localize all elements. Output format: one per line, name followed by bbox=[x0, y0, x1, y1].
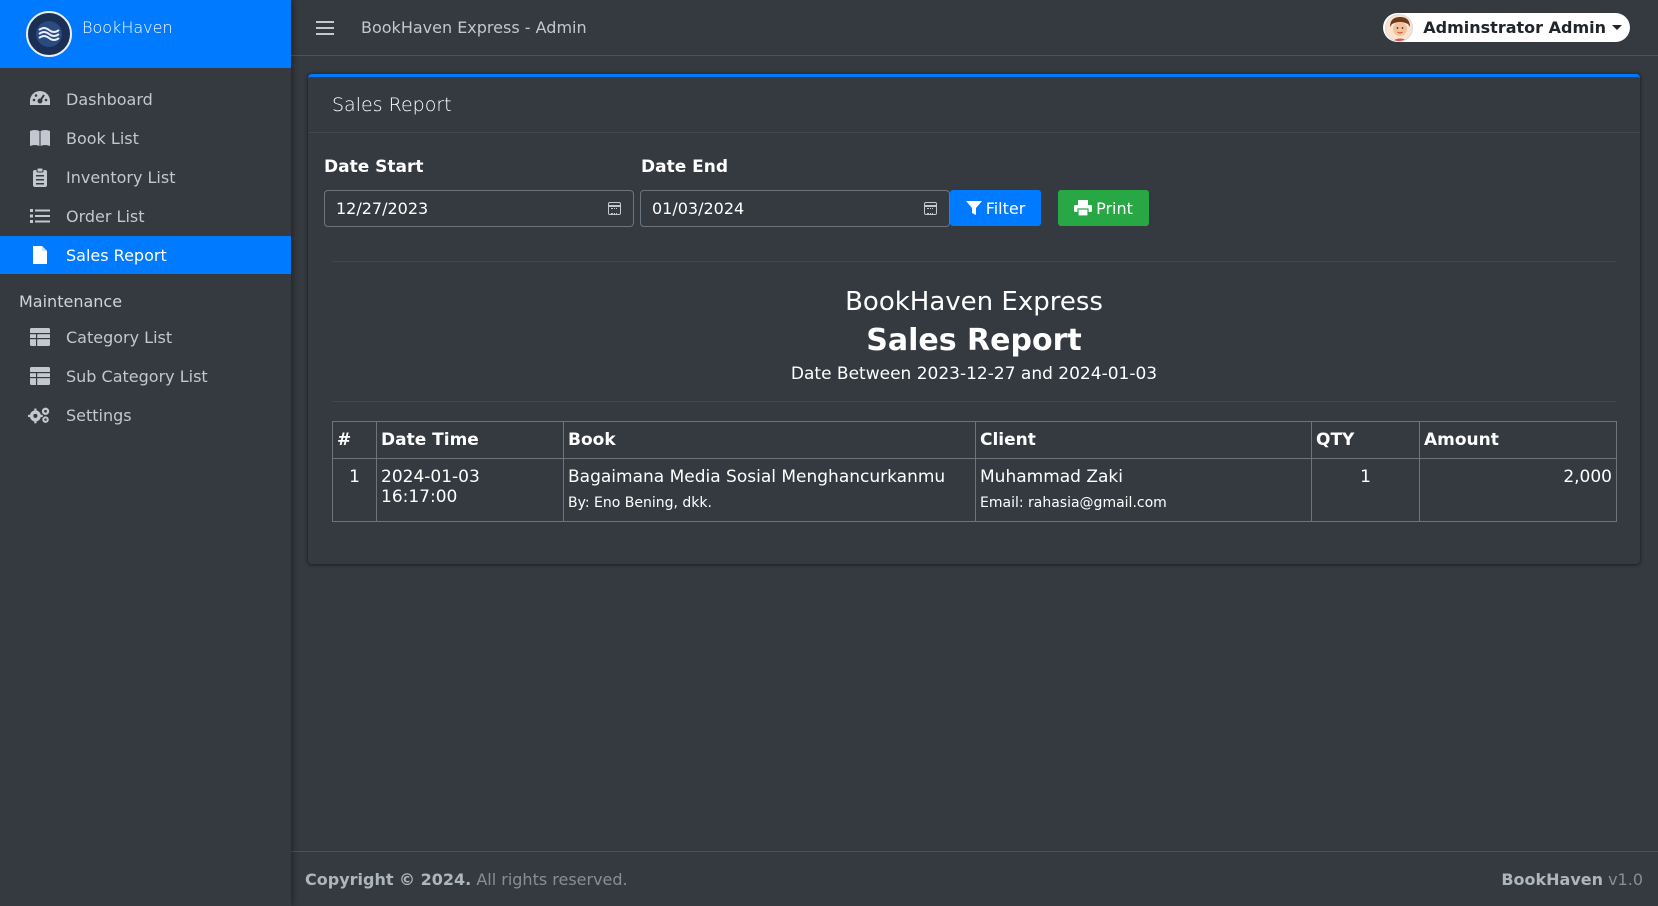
print-button-label: Print bbox=[1096, 198, 1133, 218]
sidebar-item-settings[interactable]: Settings bbox=[0, 396, 291, 434]
dashboard-icon bbox=[28, 89, 52, 109]
version-text: v1.0 bbox=[1603, 869, 1643, 889]
clipboard-icon bbox=[28, 167, 52, 187]
date-start-input[interactable]: 12/27/2023 bbox=[324, 190, 634, 227]
divider bbox=[332, 401, 1616, 402]
brand-link[interactable]: BookHaven bbox=[0, 0, 291, 68]
book-author: By: Eno Bening, dkk. bbox=[568, 495, 712, 511]
sidebar-item-sales-report[interactable]: Sales Report bbox=[0, 236, 291, 274]
sidebar-item-label: Inventory List bbox=[66, 167, 176, 187]
report-company: BookHaven Express bbox=[845, 287, 1103, 317]
user-name: Adminstrator Admin bbox=[1423, 18, 1606, 37]
copyright-rest: All rights reserved. bbox=[471, 869, 628, 889]
sidebar-item-sub-category-list[interactable]: Sub Category List bbox=[0, 357, 291, 395]
client-name: Muhammad Zaki bbox=[980, 467, 1123, 487]
filter-button[interactable]: Filter bbox=[950, 190, 1041, 226]
client-email: Email: rahasia@gmail.com bbox=[980, 495, 1167, 511]
col-header-book: Book bbox=[563, 421, 976, 459]
divider bbox=[332, 261, 1616, 262]
calendar-icon[interactable] bbox=[924, 202, 937, 215]
footer-copyright: Copyright © 2024. All rights reserved. bbox=[305, 870, 628, 889]
col-header-client: Client bbox=[975, 421, 1312, 459]
sidebar-item-label: Book List bbox=[66, 128, 139, 148]
col-header-num: # bbox=[332, 421, 377, 459]
footer-version: BookHaven v1.0 bbox=[1501, 870, 1643, 889]
file-icon bbox=[28, 245, 52, 265]
report-title: Sales Report bbox=[866, 323, 1082, 358]
filter-button-label: Filter bbox=[985, 198, 1026, 218]
cogs-icon bbox=[28, 405, 52, 425]
book-title: Bagaimana Media Sosial Menghancurkanmu bbox=[568, 467, 946, 487]
col-header-amount: Amount bbox=[1419, 421, 1617, 459]
row-qty: 1 bbox=[1311, 458, 1420, 522]
sidebar-item-label: Dashboard bbox=[66, 89, 153, 109]
top-navbar: BookHaven Express - Admin Adminstrator A… bbox=[291, 0, 1658, 56]
sidebar-item-label: Category List bbox=[66, 327, 173, 347]
list-icon bbox=[28, 206, 52, 226]
footer: Copyright © 2024. All rights reserved. B… bbox=[291, 851, 1658, 906]
sidebar-section-header: Maintenance bbox=[19, 292, 123, 311]
sidebar-item-label: Sales Report bbox=[66, 245, 167, 265]
navbar-title: BookHaven Express - Admin bbox=[361, 18, 587, 37]
sidebar-item-label: Settings bbox=[66, 405, 132, 425]
sidebar-item-order-list[interactable]: Order List bbox=[0, 197, 291, 235]
date-end-value: 01/03/2024 bbox=[652, 199, 745, 218]
sidebar-item-label: Sub Category List bbox=[66, 366, 208, 386]
date-end-input[interactable]: 01/03/2024 bbox=[640, 190, 950, 227]
date-end-label: Date End bbox=[641, 157, 729, 177]
user-menu-button[interactable]: Adminstrator Admin bbox=[1383, 13, 1630, 42]
date-start-value: 12/27/2023 bbox=[336, 199, 429, 218]
sidebar-item-label: Order List bbox=[66, 206, 145, 226]
col-header-datetime: Date Time bbox=[376, 421, 564, 459]
col-header-qty: QTY bbox=[1311, 421, 1420, 459]
print-button[interactable]: Print bbox=[1058, 190, 1149, 226]
filter-icon bbox=[965, 201, 982, 215]
row-datetime: 2024-01-03 16:17:00 bbox=[376, 458, 564, 522]
chevron-down-icon bbox=[1612, 25, 1622, 30]
sidebar-item-category-list[interactable]: Category List bbox=[0, 318, 291, 356]
sidebar-item-dashboard[interactable]: Dashboard bbox=[0, 80, 291, 118]
book-open-icon bbox=[28, 128, 52, 148]
row-num: 1 bbox=[332, 458, 377, 522]
table-icon bbox=[28, 366, 52, 386]
brand-name: BookHaven bbox=[82, 17, 173, 37]
sidebar-item-book-list[interactable]: Book List bbox=[0, 119, 291, 157]
avatar bbox=[1385, 13, 1414, 42]
menu-toggle-icon[interactable] bbox=[316, 20, 334, 35]
footer-app-name: BookHaven bbox=[1501, 869, 1603, 889]
calendar-icon[interactable] bbox=[608, 202, 621, 215]
sidebar-nav: Dashboard Book List Inventory List Order… bbox=[0, 68, 291, 434]
row-book: Bagaimana Media Sosial Menghancurkanmu B… bbox=[563, 458, 976, 522]
sales-table: # Date Time Book Client QTY Amount 1 202… bbox=[332, 421, 1617, 522]
card-title: Sales Report bbox=[308, 77, 1640, 133]
sidebar: BookHaven Dashboard Book List Inventory … bbox=[0, 0, 291, 906]
date-start-label: Date Start bbox=[324, 157, 424, 177]
row-amount: 2,000 bbox=[1419, 458, 1617, 522]
report-date-range: Date Between 2023-12-27 and 2024-01-03 bbox=[790, 364, 1158, 384]
table-row: 1 2024-01-03 16:17:00 Bagaimana Media So… bbox=[332, 458, 1617, 522]
brand-logo-icon bbox=[26, 11, 72, 57]
table-icon bbox=[28, 327, 52, 347]
copyright-bold: Copyright © 2024. bbox=[305, 869, 472, 889]
print-icon bbox=[1074, 200, 1093, 216]
sidebar-item-inventory-list[interactable]: Inventory List bbox=[0, 158, 291, 196]
row-client: Muhammad Zaki Email: rahasia@gmail.com bbox=[975, 458, 1312, 522]
sales-report-card: Sales Report Date Start Date End 12/27/2… bbox=[308, 74, 1640, 564]
table-header-row: # Date Time Book Client QTY Amount bbox=[332, 421, 1617, 459]
